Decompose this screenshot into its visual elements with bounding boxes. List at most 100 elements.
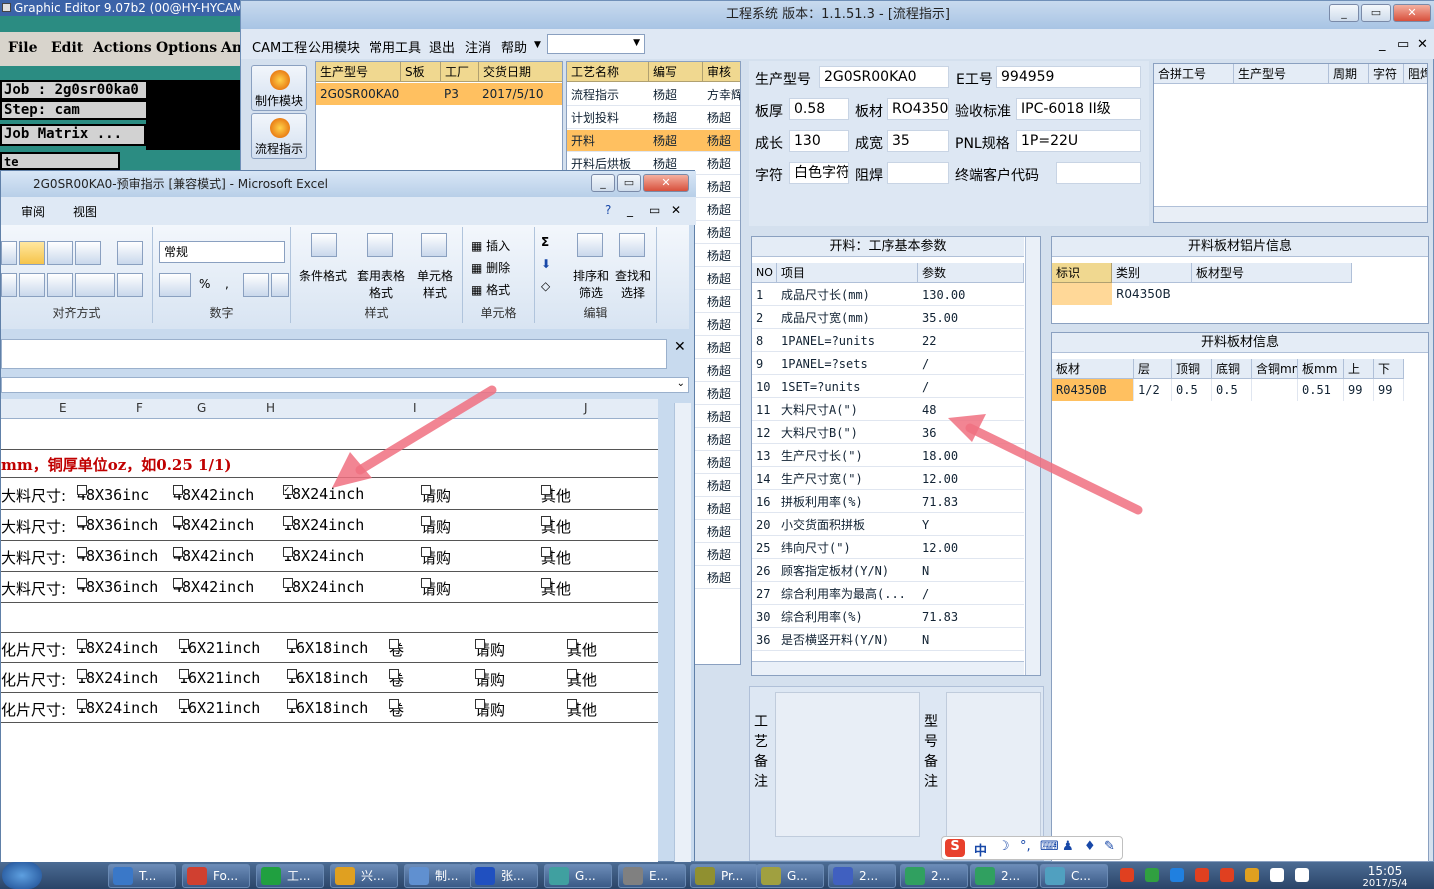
cut-header[interactable]: 板材 <box>1052 359 1134 379</box>
process-header-name[interactable]: 工艺名称 <box>567 62 649 82</box>
thickness-field[interactable]: 0.58 <box>789 98 849 120</box>
process-row[interactable]: 开料 杨超 杨超 <box>567 130 740 152</box>
checkbox[interactable] <box>283 578 293 588</box>
film-option[interactable]: 其他 <box>567 699 597 720</box>
size-option[interactable]: 18X24inch <box>283 516 364 534</box>
process-note-textarea[interactable] <box>775 692 920 837</box>
size-option[interactable]: 请购 <box>421 547 451 568</box>
process-header-writer[interactable]: 编写 <box>649 62 703 82</box>
horizontal-scrollbar[interactable] <box>1154 206 1427 222</box>
size-option[interactable]: 其他 <box>541 547 571 568</box>
param-row[interactable]: 13 生产尺寸长(") 18.00 <box>752 445 1024 467</box>
process-guide-button[interactable]: 流程指示 <box>251 113 307 159</box>
size-option[interactable]: 其他 <box>541 485 571 506</box>
prod-model-field[interactable]: 2G0SR00KA0 <box>819 66 949 88</box>
align-middle-icon[interactable] <box>19 241 45 265</box>
align-center-icon[interactable] <box>19 273 45 297</box>
length-field[interactable]: 130 <box>789 130 849 152</box>
taskbar-button[interactable]: 2... <box>828 864 896 888</box>
cut-cell[interactable]: R04350B <box>1052 379 1134 401</box>
film-option[interactable]: 16X18inch <box>287 639 368 657</box>
system-clock[interactable]: 15:05 2017/5/4 <box>1340 864 1430 889</box>
cut-cell[interactable]: 99 <box>1344 379 1374 401</box>
model-note-textarea[interactable] <box>946 692 1041 837</box>
checkbox[interactable] <box>173 547 183 557</box>
process-row[interactable]: 流程指示 杨超 方幸辉 <box>567 84 740 106</box>
size-option[interactable]: 48X36inch <box>77 547 158 565</box>
column-j[interactable]: J <box>584 401 588 415</box>
checkbox[interactable] <box>541 578 551 588</box>
size-option[interactable]: 请购 <box>421 485 451 506</box>
checkbox[interactable] <box>179 639 189 649</box>
checkbox[interactable] <box>475 669 485 679</box>
eng-no-field[interactable]: 994959 <box>996 66 1141 88</box>
param-row[interactable]: 30 综合利用率(%) 71.83 <box>752 606 1024 628</box>
taskbar-button[interactable]: 2... <box>970 864 1038 888</box>
percent-icon[interactable]: % <box>199 277 210 291</box>
checkbox[interactable] <box>77 669 87 679</box>
close-icon[interactable]: ✕ <box>674 339 686 355</box>
cut-cell[interactable]: 0.5 <box>1172 379 1212 401</box>
film-option[interactable]: 卷 <box>389 669 404 690</box>
conditional-format-button[interactable]: 条件格式 <box>299 267 347 284</box>
number-format-select[interactable]: 常规 <box>159 241 285 263</box>
process-row[interactable]: 计划投料 杨超 杨超 <box>567 107 740 129</box>
param-row[interactable]: 25 纬向尺寸(") 12.00 <box>752 537 1024 559</box>
punct-icon[interactable]: °, <box>1020 839 1031 854</box>
taskbar-button[interactable]: G... <box>756 864 824 888</box>
checkbox[interactable] <box>475 639 485 649</box>
column-g[interactable]: G <box>197 401 206 415</box>
checkbox[interactable] <box>389 669 399 679</box>
tray-icon[interactable] <box>1220 868 1234 882</box>
cut-header[interactable]: 底铜 <box>1212 359 1252 379</box>
column-e[interactable]: E <box>59 401 67 415</box>
size-option[interactable]: ✓ 18X24inch <box>283 485 364 503</box>
checkbox[interactable] <box>77 516 87 526</box>
delete-button[interactable]: ▦ 删除 <box>471 259 510 276</box>
mdi-restore-icon[interactable]: ▭ <box>1397 37 1409 52</box>
cut-cell[interactable]: 99 <box>1374 379 1404 401</box>
close-button[interactable]: ✕ <box>1393 4 1431 22</box>
checkbox[interactable] <box>77 485 87 495</box>
menu-exit[interactable]: 退出 <box>429 37 455 56</box>
film-option[interactable]: 16X21inch <box>179 639 260 657</box>
size-option[interactable]: 请购 <box>421 516 451 537</box>
order-row[interactable]: 2G0SR00KA0 P3 2017/5/10 <box>316 83 562 105</box>
taskbar-button[interactable]: 制... <box>404 864 472 888</box>
film-option[interactable]: 16X21inch <box>179 669 260 687</box>
vertical-scrollbar[interactable] <box>674 403 691 863</box>
size-option[interactable]: 48X42inch <box>173 516 254 534</box>
maximize-button[interactable]: ▭ <box>1361 4 1391 22</box>
menu-edit[interactable]: Edit <box>51 40 83 56</box>
param-row[interactable]: 9 1PANEL=?sets / <box>752 353 1024 375</box>
order-header-date[interactable]: 交货日期 <box>479 62 562 82</box>
checkbox[interactable] <box>179 669 189 679</box>
param-row[interactable]: 11 大料尺寸A(") 48 <box>752 399 1024 421</box>
param-row[interactable]: 12 大料尺寸B(") 36 <box>752 422 1024 444</box>
checkbox[interactable] <box>287 639 297 649</box>
checkbox[interactable] <box>567 639 577 649</box>
pnl-field[interactable]: 1P=22U <box>1016 130 1141 152</box>
decrease-decimal-icon[interactable] <box>271 273 289 297</box>
minimize-button[interactable]: _ <box>1329 4 1359 22</box>
checkbox[interactable] <box>179 699 189 709</box>
size-option[interactable]: 48X36inch <box>77 578 158 596</box>
menu-cam[interactable]: CAM工程 <box>252 37 307 56</box>
cut-header[interactable]: 上 <box>1344 359 1374 379</box>
film-option[interactable]: 16X18inch <box>287 699 368 717</box>
tray-icon[interactable] <box>1245 868 1259 882</box>
fill-icon[interactable]: ⬇ <box>541 257 551 271</box>
find-select-button[interactable]: 查找和选择 <box>613 267 653 301</box>
currency-icon[interactable] <box>159 273 191 297</box>
film-option[interactable]: 16X18inch <box>287 669 368 687</box>
mdi-close-icon[interactable]: ✕ <box>1417 37 1428 52</box>
wrap-text-icon[interactable] <box>117 241 143 265</box>
param-row[interactable]: 14 生产尺寸宽(") 12.00 <box>752 468 1024 490</box>
merge-icon[interactable] <box>117 273 143 297</box>
shirt-icon[interactable]: ♦ <box>1084 839 1096 854</box>
checkbox[interactable] <box>389 639 399 649</box>
tab-view[interactable]: 视图 <box>73 203 97 220</box>
cut-header[interactable]: 层 <box>1134 359 1172 379</box>
taskbar-button[interactable]: 张... <box>470 864 538 888</box>
name-box-row[interactable]: ⌄ <box>1 377 689 393</box>
